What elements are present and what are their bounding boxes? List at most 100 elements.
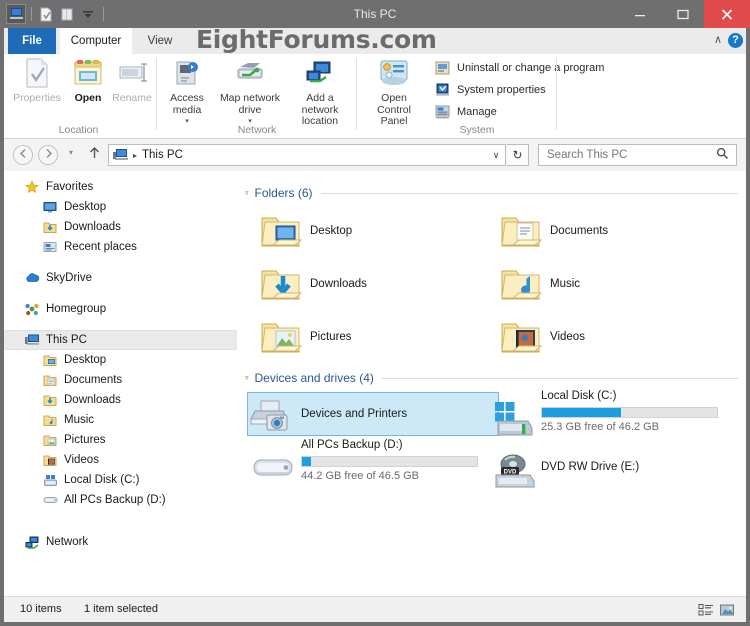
drive-tile-all-pcs-backup-d[interactable]: All PCs Backup (D:) 44.2 GB free of 46.5…: [249, 439, 495, 489]
search-box[interactable]: [538, 144, 737, 166]
sidebar-item-recent-places[interactable]: Recent places: [4, 237, 237, 257]
sidebar-item-downloads[interactable]: Downloads: [4, 390, 237, 410]
sidebar-item-videos[interactable]: Videos: [4, 450, 237, 470]
sidebar-item-label: Homegroup: [46, 303, 107, 315]
dvd-drive-icon: DVD: [491, 453, 537, 491]
chevron-down-icon[interactable]: ▿: [245, 374, 249, 382]
tab-view[interactable]: View: [134, 28, 186, 54]
add-network-location-button[interactable]: Add a network location: [287, 56, 353, 128]
map-network-drive-button-label: Map network drive: [219, 92, 281, 116]
tab-file[interactable]: File: [8, 28, 56, 54]
this-pc-icon: [24, 332, 40, 348]
back-button[interactable]: [13, 145, 33, 165]
control-panel-icon: [378, 56, 410, 90]
folder-tile-documents[interactable]: Documents: [497, 209, 739, 253]
refresh-button[interactable]: ↻: [507, 144, 529, 166]
devices-and-printers-icon: [248, 393, 296, 435]
uninstall-program-button[interactable]: Uninstall or change a program: [435, 60, 604, 76]
device-tile-devices-and-printers[interactable]: Devices and Printers: [247, 392, 499, 436]
manage-button[interactable]: Manage: [435, 104, 497, 120]
search-icon[interactable]: [716, 147, 729, 163]
sidebar-item-local-disk-c[interactable]: Local Disk (C:): [4, 470, 237, 490]
map-network-drive-button[interactable]: Map network drive ▾: [215, 56, 285, 128]
breadcrumb-dropdown-icon[interactable]: ∨: [487, 144, 505, 166]
breadcrumb[interactable]: ▸ This PC: [108, 144, 506, 166]
sidebar-item-documents[interactable]: Documents: [4, 370, 237, 390]
details-view-button[interactable]: [697, 601, 715, 619]
manage-icon: [435, 104, 452, 120]
open-control-panel-button-label: Open Control Panel: [377, 92, 411, 127]
homegroup-icon: [24, 301, 40, 317]
sidebar-item-pictures[interactable]: Pictures: [4, 430, 237, 450]
up-button[interactable]: [86, 146, 102, 163]
folder-tile-videos[interactable]: Videos: [497, 315, 739, 359]
sidebar-item-desktop[interactable]: Desktop: [4, 350, 237, 370]
window-controls: [618, 0, 750, 28]
open-control-panel-button[interactable]: Open Control Panel: [363, 56, 425, 128]
sidebar-item-downloads-fav[interactable]: Downloads: [4, 217, 237, 237]
sidebar-item-favorites[interactable]: Favorites: [4, 177, 237, 197]
search-input[interactable]: [545, 148, 716, 162]
close-button[interactable]: [704, 0, 750, 28]
file-explorer-window: This PC File Computer View ∧ ? EightForu…: [0, 0, 750, 626]
drive-tile-dvd-rw-e[interactable]: DVD DVD RW Drive (E:): [489, 443, 735, 493]
folder-tile-downloads[interactable]: Downloads: [257, 262, 499, 306]
sidebar-item-label: Local Disk (C:): [64, 474, 140, 486]
sidebar-item-label: Videos: [64, 454, 99, 466]
large-icons-view-button[interactable]: [718, 601, 736, 619]
properties-icon: [23, 56, 51, 90]
this-pc-icon: [113, 147, 129, 163]
sidebar-gap-4: [4, 510, 237, 521]
rename-button[interactable]: Rename: [110, 56, 154, 105]
drive-tile-label: DVD RW Drive (E:): [541, 461, 640, 473]
downloads-folder-icon: [257, 263, 305, 305]
sidebar-item-network[interactable]: Network: [4, 532, 237, 552]
sidebar-item-all-pcs-backup-d[interactable]: All PCs Backup (D:): [4, 490, 237, 510]
sidebar-item-label: All PCs Backup (D:): [64, 494, 166, 506]
drive-tile-label: All PCs Backup (D:): [301, 439, 403, 451]
sidebar-item-music[interactable]: Music: [4, 410, 237, 430]
music-folder-icon: [42, 412, 58, 428]
system-properties-button[interactable]: System properties: [435, 82, 546, 98]
access-media-button[interactable]: Access media ▾: [163, 56, 211, 128]
recent-locations-button[interactable]: ▾: [64, 148, 78, 157]
minimize-button[interactable]: [618, 0, 661, 28]
section-header-folders[interactable]: ▿ Folders (6): [245, 185, 738, 201]
properties-button[interactable]: Properties: [8, 56, 66, 105]
maximize-button[interactable]: [661, 0, 704, 28]
skydrive-cloud-icon: [24, 270, 40, 286]
desktop-folder-icon: [257, 210, 305, 252]
status-bar: 10 items 1 item selected: [4, 596, 746, 622]
chevron-down-icon[interactable]: ▿: [245, 189, 249, 197]
open-button[interactable]: Open: [68, 56, 108, 105]
tab-computer[interactable]: Computer: [60, 28, 132, 54]
folder-tile-music[interactable]: Music: [497, 262, 739, 306]
collapse-ribbon-button[interactable]: ∧: [714, 33, 722, 46]
folder-tile-pictures[interactable]: Pictures: [257, 315, 499, 359]
ribbon-group-separator-3: [556, 58, 557, 130]
sidebar-item-homegroup[interactable]: Homegroup: [4, 299, 237, 319]
sidebar-item-label: Desktop: [64, 201, 107, 213]
sidebar-item-desktop-fav[interactable]: Desktop: [4, 197, 237, 217]
sidebar-item-this-pc[interactable]: This PC: [4, 330, 237, 350]
section-header-devices[interactable]: ▿ Devices and drives (4): [245, 370, 738, 386]
drive-free-space-text: 25.3 GB free of 46.2 GB: [541, 421, 660, 433]
drive-tile-local-disk-c[interactable]: Local Disk (C:) 25.3 GB free of 46.2 GB: [489, 390, 735, 440]
help-button[interactable]: ?: [728, 33, 743, 48]
folder-tile-label: Desktop: [310, 225, 353, 237]
drive-free-space-text: 44.2 GB free of 46.5 GB: [301, 470, 420, 482]
open-button-label: Open: [74, 92, 102, 104]
content-pane[interactable]: ▿ Folders (6) Desktop Downloads Pictures…: [237, 171, 746, 596]
sidebar-item-skydrive[interactable]: SkyDrive: [4, 268, 237, 288]
forward-button[interactable]: [38, 145, 58, 165]
navigation-pane[interactable]: Favorites Desktop Downloads Recent place…: [4, 171, 237, 596]
breadcrumb-current[interactable]: This PC: [142, 149, 183, 161]
sidebar-item-label: Favorites: [46, 181, 94, 193]
rename-button-label: Rename: [112, 92, 152, 104]
uninstall-program-label: Uninstall or change a program: [457, 62, 605, 74]
folder-tile-desktop[interactable]: Desktop: [257, 209, 499, 253]
sidebar-item-label: Network: [46, 536, 89, 548]
status-item-count: 10 items: [20, 603, 62, 615]
ribbon-panel: Properties Open Rename Location Access m…: [0, 54, 750, 139]
sidebar-item-label: Downloads: [64, 221, 121, 233]
